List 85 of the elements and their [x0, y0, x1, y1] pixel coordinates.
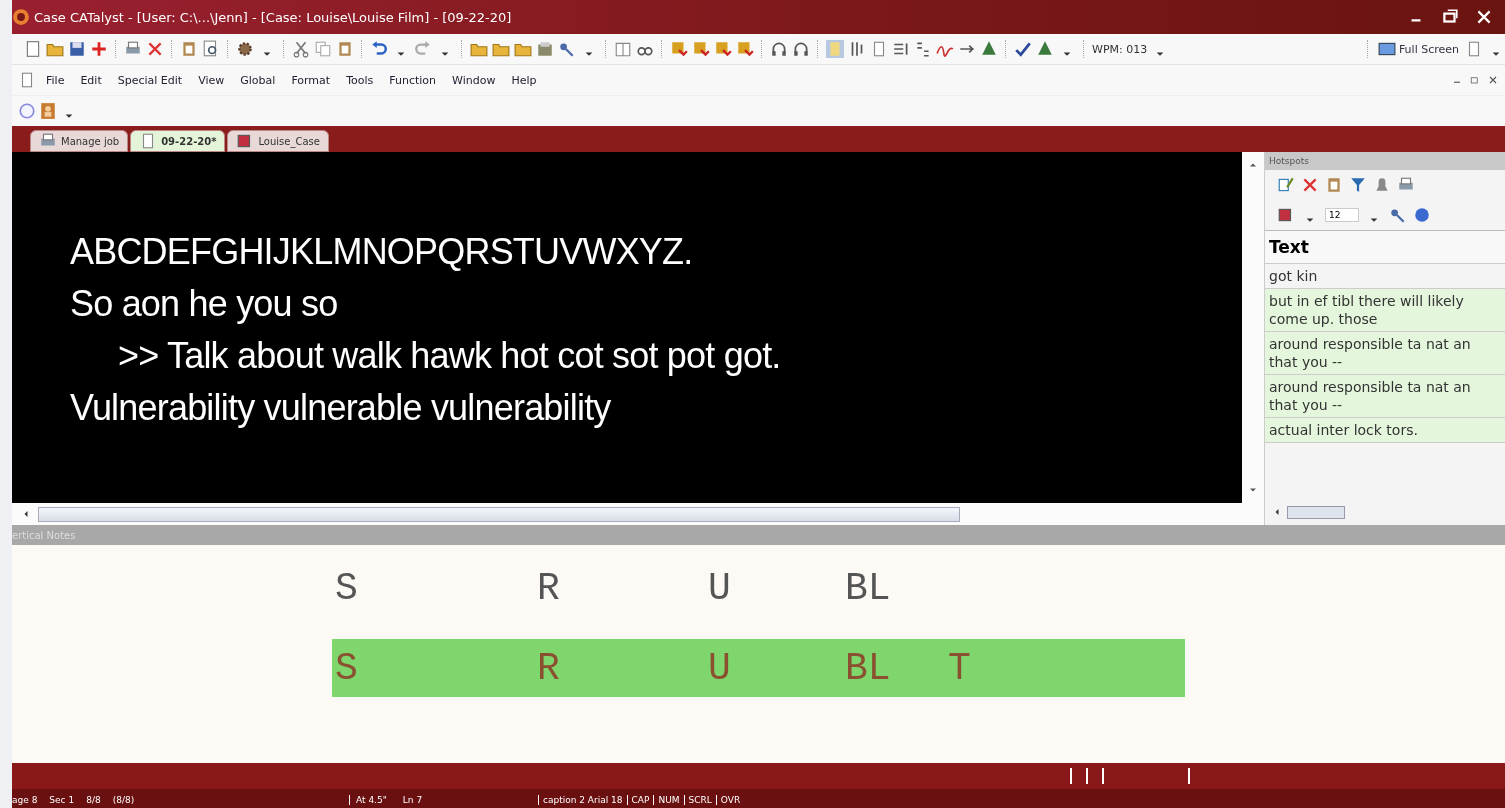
hotspot-text: around responsible ta nat an [1269, 335, 1471, 353]
menu-item[interactable]: Tools [340, 71, 380, 89]
menu-item[interactable]: Format [285, 71, 337, 89]
hotspot-row[interactable]: but in ef tibl there will likely come up. those [1265, 289, 1505, 332]
undo-icon[interactable] [370, 40, 388, 58]
contact-card-icon[interactable] [39, 102, 57, 120]
caption-line: >> Talk about walk hawk hot cot sot pot got. [117, 334, 781, 378]
filter-icon[interactable] [1349, 176, 1367, 194]
steno-key: R [537, 646, 560, 690]
caption-line: Vulnerability vulnerable vulnerability [70, 386, 611, 430]
menu-item[interactable]: View [192, 71, 231, 89]
caption-line: ABCDEFGHIJKLMNOPQRSTUVWXYZ. [70, 230, 693, 274]
steno-key: R [537, 566, 560, 610]
cut-icon[interactable] [292, 40, 310, 58]
status-field: (8/8) [112, 795, 135, 805]
save-icon[interactable] [68, 40, 86, 58]
document-arrow-icon[interactable] [714, 40, 732, 58]
hotspot-text: come up. those [1269, 310, 1378, 328]
clipboard-icon[interactable] [1325, 176, 1343, 194]
font-size-field[interactable]: 12 [1325, 208, 1359, 222]
window-title: Case CATalyst - [User: C:\...\Jenn] - [Case: Louise\Louise Film] - [09-22-20] [33, 9, 513, 25]
hotspot-row[interactable]: actual inter lock tors. [1265, 418, 1505, 443]
menu-item[interactable]: Function [383, 71, 443, 89]
close-icon[interactable] [1475, 8, 1493, 26]
hotspot-row[interactable]: around responsible ta nat an that you -- [1265, 375, 1505, 418]
status-field: Sec 1 [49, 795, 75, 805]
status-field: NUM [653, 795, 680, 805]
panel-title: Hotspots [1265, 152, 1505, 170]
new-document-icon[interactable] [24, 40, 42, 58]
circle-icon[interactable] [18, 102, 36, 120]
clipboard-icon[interactable] [180, 40, 198, 58]
menu-item[interactable]: Edit [74, 71, 108, 89]
steno-key: T [948, 646, 971, 690]
document-tab[interactable]: 09-22-20* [130, 130, 226, 152]
hotspot-text: actual inter lock tors. [1269, 421, 1418, 439]
hotspot-text: that you -- [1269, 396, 1343, 414]
screen-icon [1377, 40, 1396, 58]
gear-icon[interactable] [236, 40, 254, 58]
lines-icon[interactable] [892, 40, 910, 58]
document-tab[interactable]: Louise_Case [227, 130, 329, 152]
steno-key: S [335, 646, 358, 690]
status-field: At 4.5" [356, 795, 387, 805]
hotspot-row[interactable]: around responsible ta nat an that you -- [1265, 332, 1505, 375]
hotspot-text: but in ef tibl there will likely [1269, 292, 1464, 310]
steno-key: BL [845, 566, 891, 610]
column-header[interactable]: Text [1265, 230, 1505, 264]
status-field: Ln 7 [402, 795, 423, 805]
spellcheck-icon[interactable] [1014, 40, 1032, 58]
app-logo-icon [12, 8, 30, 26]
document-arrow-icon[interactable] [736, 40, 754, 58]
restore-icon[interactable] [1441, 8, 1459, 26]
document-arrow-icon[interactable] [692, 40, 710, 58]
help-icon[interactable] [1413, 206, 1431, 224]
status-field: 8/8 [86, 795, 101, 805]
menu-item[interactable]: Help [505, 71, 543, 89]
headphones-icon[interactable] [792, 40, 810, 58]
menu-item[interactable]: File [40, 71, 71, 89]
status-field: OVR [715, 795, 741, 805]
menu-item[interactable]: Special Edit [111, 71, 189, 89]
menu-item[interactable]: Window [446, 71, 502, 89]
steno-key: U [708, 566, 731, 610]
book-icon[interactable] [614, 40, 632, 58]
steno-key: BL [845, 646, 891, 690]
clipboard-icon[interactable] [336, 40, 354, 58]
caption-line: So aon he you so [70, 282, 338, 326]
status-field: SCRL [683, 795, 712, 805]
pencil-icon[interactable] [1277, 176, 1295, 194]
key-icon[interactable] [1389, 206, 1407, 224]
headphones-icon[interactable] [770, 40, 788, 58]
steno-key: U [708, 646, 731, 690]
steno-key: S [335, 566, 358, 610]
document-tab[interactable]: Manage job [30, 130, 129, 152]
full-screen-button[interactable]: Full Screen [1375, 38, 1461, 60]
hotspot-text: around responsible ta nat an [1269, 378, 1471, 396]
hotspot-text: that you -- [1269, 353, 1343, 371]
document-arrow-icon[interactable] [670, 40, 688, 58]
wpm-readout: WPM: 013 [1092, 42, 1148, 56]
key-icon[interactable] [558, 40, 576, 58]
status-field: CAP [626, 795, 650, 805]
bell-icon[interactable] [1373, 176, 1391, 194]
menu-item[interactable]: Global [234, 71, 282, 89]
plus-icon[interactable] [90, 40, 108, 58]
status-field: caption 2 Arial 18 [543, 795, 623, 805]
status-field: age 8 [12, 795, 38, 805]
hotspot-text: got kin [1269, 267, 1318, 285]
